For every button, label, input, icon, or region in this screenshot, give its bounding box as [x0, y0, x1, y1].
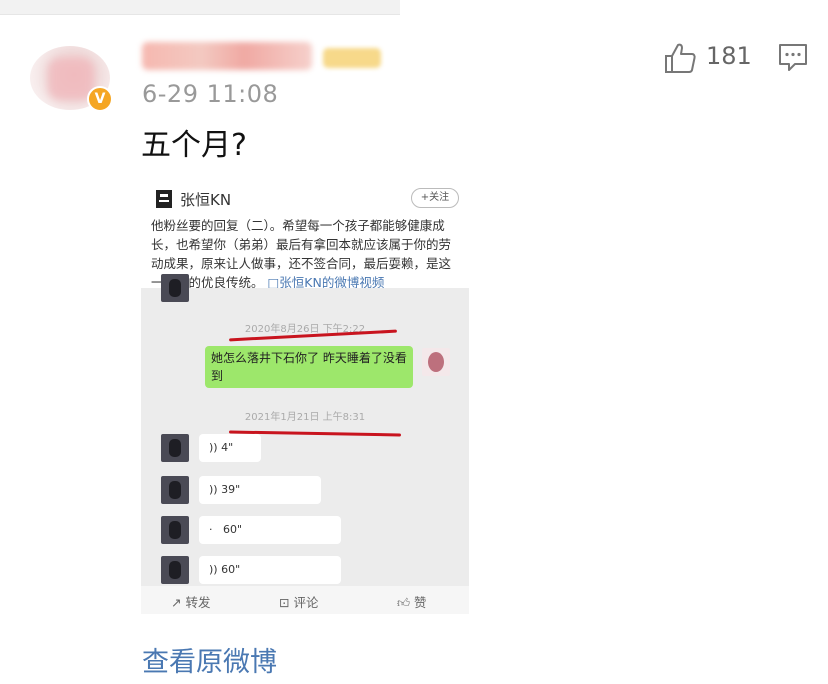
voice-message[interactable]: )) 4" [199, 434, 261, 462]
repost-label: 转发 [185, 595, 211, 610]
chat-screenshot: 2020年8月26日 下午2:22 她怎么落井下石你了 昨天睡着了没看到 202… [141, 274, 469, 584]
author-avatar-icon [156, 190, 172, 208]
voice-wave-icon: · [209, 523, 223, 536]
chat-timestamp-2: 2021年1月21日 上午8:31 [244, 412, 366, 423]
chat-avatar [161, 434, 189, 462]
chat-timestamp-1: 2020年8月26日 下午2:22 [244, 324, 366, 335]
voice-duration: 39" [221, 483, 241, 496]
follow-button[interactable]: +关注 [411, 188, 459, 208]
embedded-footer: ↗ 转发 ⊡ 评论 👍︎ 赞 [141, 586, 469, 614]
repost-icon: ↗ [171, 595, 186, 610]
comment-label: 评论 [293, 595, 319, 610]
chat-avatar-right [422, 348, 450, 376]
embedded-screenshot[interactable]: 张恒KN +关注 他粉丝要的回复（二）。希望每一个孩子都能够健康成长，也希望你（… [141, 176, 469, 614]
chat-avatar [161, 476, 189, 504]
voice-duration: 60" [223, 523, 243, 536]
voice-wave-icon: )) [209, 563, 222, 576]
thumbs-up-icon: 👍︎ [397, 595, 415, 610]
post-timestamp: 6-29 11:08 [142, 80, 279, 108]
top-divider [0, 0, 400, 15]
repost-button[interactable]: ↗ 转发 [171, 592, 210, 611]
verified-badge-icon: V [87, 86, 113, 112]
voice-wave-icon: )) [209, 483, 222, 496]
voice-wave-icon: )) [209, 441, 222, 454]
thumbs-up-icon [665, 43, 696, 73]
comment-button[interactable] [777, 42, 809, 72]
view-original-link[interactable]: 查看原微博 [142, 640, 277, 679]
like-label: 赞 [414, 595, 427, 610]
chat-avatar [161, 516, 189, 544]
voice-message[interactable]: )) 39" [199, 476, 321, 504]
voice-message[interactable]: )) 60" [199, 556, 341, 584]
voice-duration: 4" [221, 441, 234, 454]
comment-icon [779, 44, 807, 71]
voice-duration: 60" [221, 563, 241, 576]
like-count: 181 [706, 42, 752, 70]
chat-avatar [161, 274, 189, 302]
chat-message-bubble: 她怎么落井下石你了 昨天睡着了没看到 [205, 346, 413, 388]
like-link[interactable]: 👍︎ 赞 [397, 592, 427, 611]
username-blurred[interactable] [142, 42, 312, 70]
embedded-header: 张恒KN +关注 他粉丝要的回复（二）。希望每一个孩子都能够健康成长，也希望你（… [141, 176, 469, 290]
chat-avatar [161, 556, 189, 584]
member-badge-blurred [323, 48, 381, 68]
like-button[interactable] [663, 42, 697, 74]
post-content: 五个月? [141, 128, 247, 163]
comment-icon: ⊡ [279, 595, 294, 610]
embedded-post-text: 他粉丝要的回复（二）。希望每一个孩子都能够健康成长，也希望你（弟弟）最后有拿回本… [151, 216, 463, 292]
voice-message[interactable]: · 60" [199, 516, 341, 544]
embedded-author-name[interactable]: 张恒KN [180, 189, 231, 210]
comment-link[interactable]: ⊡ 评论 [279, 592, 318, 611]
